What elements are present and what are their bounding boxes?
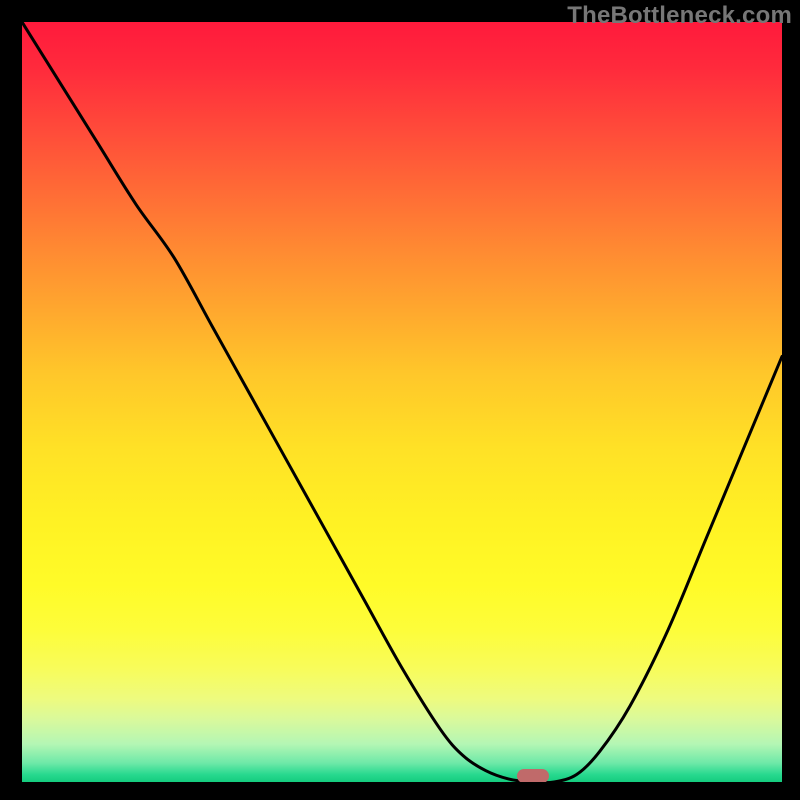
plot-area [22, 22, 782, 782]
curve-svg [22, 22, 782, 782]
bottleneck-curve [22, 22, 782, 782]
watermark-text: TheBottleneck.com [567, 2, 792, 30]
optimal-marker [517, 769, 549, 782]
